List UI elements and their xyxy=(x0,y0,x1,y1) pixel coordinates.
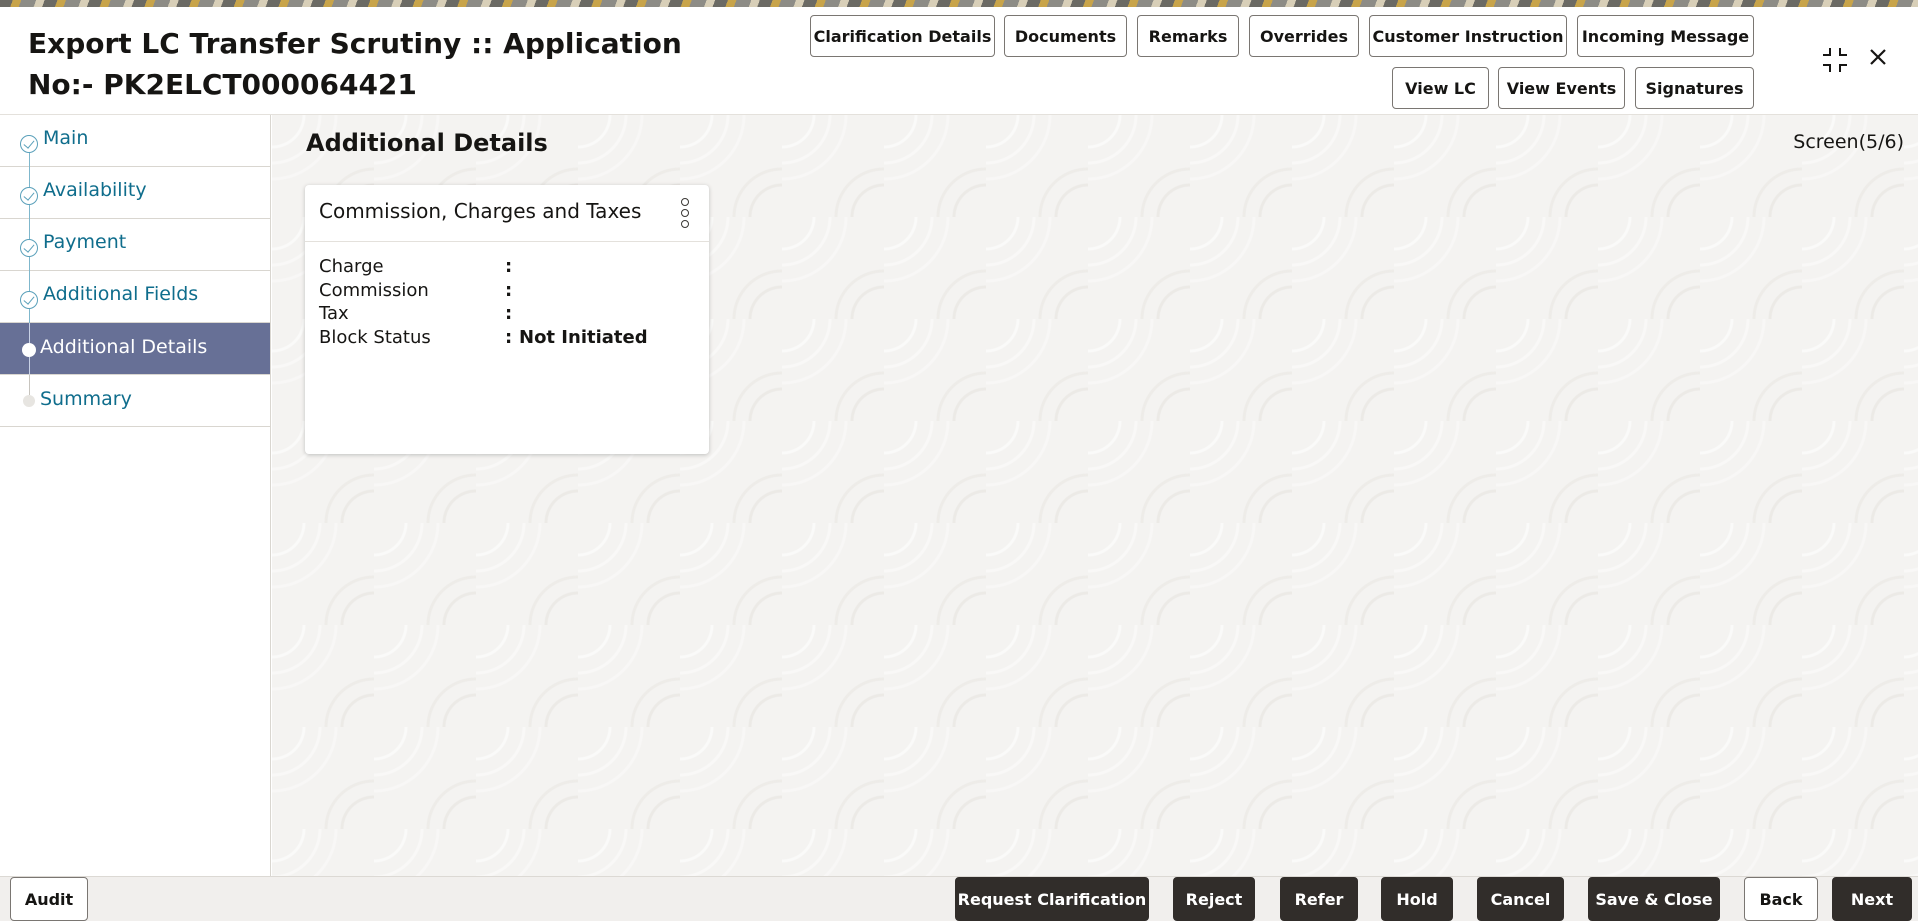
commission-charges-taxes-card: Commission, Charges and Taxes Charge : C… xyxy=(305,185,709,454)
sidebar-item-label: Summary xyxy=(40,388,132,410)
save-and-close-button[interactable]: Save & Close xyxy=(1588,877,1720,921)
tax-separator: : xyxy=(505,303,512,324)
tax-row: Tax : xyxy=(319,303,699,327)
charge-row: Charge : xyxy=(319,256,699,280)
charge-separator: : xyxy=(505,256,512,277)
block-status-row: Block Status : Not Initiated xyxy=(319,327,699,351)
overrides-button[interactable]: Overrides xyxy=(1249,15,1359,57)
block-status-separator: : xyxy=(505,327,512,348)
pending-step-icon xyxy=(23,395,35,407)
tax-label: Tax xyxy=(319,303,349,324)
block-status-value: Not Initiated xyxy=(519,327,648,348)
signatures-button[interactable]: Signatures xyxy=(1635,67,1754,109)
collapse-icon[interactable] xyxy=(1820,45,1850,82)
top-decorative-strip xyxy=(0,0,1918,7)
step-connector xyxy=(29,323,30,343)
cancel-button[interactable]: Cancel xyxy=(1477,877,1564,921)
page-title: Export LC Transfer Scrutiny :: Applicati… xyxy=(28,23,708,105)
next-button[interactable]: Next xyxy=(1832,877,1912,921)
step-connector xyxy=(29,309,30,323)
header: Export LC Transfer Scrutiny :: Applicati… xyxy=(0,7,1918,115)
step-connector xyxy=(29,271,30,291)
close-icon[interactable] xyxy=(1866,45,1890,76)
hold-button[interactable]: Hold xyxy=(1381,877,1453,921)
sidebar-navigation: Main Availability Payment Additional Fie… xyxy=(0,115,271,876)
commission-row: Commission : xyxy=(319,280,699,304)
check-circle-icon xyxy=(20,291,38,309)
sidebar-item-availability[interactable]: Availability xyxy=(0,167,270,219)
sidebar-item-summary[interactable]: Summary xyxy=(0,375,270,427)
view-events-button[interactable]: View Events xyxy=(1498,67,1625,109)
incoming-message-button[interactable]: Incoming Message xyxy=(1577,15,1754,57)
sidebar-item-label: Payment xyxy=(43,231,126,253)
remarks-button[interactable]: Remarks xyxy=(1137,15,1239,57)
current-step-icon xyxy=(22,343,36,357)
sidebar-item-label: Additional Details xyxy=(40,336,207,358)
step-connector xyxy=(29,167,30,187)
card-title: Commission, Charges and Taxes xyxy=(319,199,641,223)
sidebar-item-label: Main xyxy=(43,127,88,149)
sidebar-item-label: Availability xyxy=(43,179,147,201)
charge-label: Charge xyxy=(319,256,384,277)
check-circle-icon xyxy=(20,239,38,257)
block-status-label: Block Status xyxy=(319,327,431,348)
check-circle-icon xyxy=(20,187,38,205)
section-title: Additional Details xyxy=(306,129,548,157)
footer-action-bar: Audit Request Clarification Reject Refer… xyxy=(0,876,1918,921)
audit-button[interactable]: Audit xyxy=(10,877,88,921)
sidebar-item-main[interactable]: Main xyxy=(0,115,270,167)
back-button[interactable]: Back xyxy=(1744,877,1818,921)
more-options-icon[interactable] xyxy=(679,198,691,230)
sidebar-item-label: Additional Fields xyxy=(43,283,198,305)
refer-button[interactable]: Refer xyxy=(1280,877,1358,921)
step-connector xyxy=(29,375,30,395)
reject-button[interactable]: Reject xyxy=(1173,877,1255,921)
clarification-details-button[interactable]: Clarification Details xyxy=(810,15,995,57)
sidebar-item-additional-fields[interactable]: Additional Fields xyxy=(0,271,270,323)
screen-indicator: Screen(5/6) xyxy=(1793,131,1904,153)
sidebar-item-additional-details[interactable]: Additional Details xyxy=(0,323,270,375)
request-clarification-button[interactable]: Request Clarification xyxy=(955,877,1149,921)
commission-separator: : xyxy=(505,280,512,301)
main-content: Additional Details Screen(5/6) Commissio… xyxy=(272,115,1918,876)
view-lc-button[interactable]: View LC xyxy=(1392,67,1489,109)
sidebar-item-payment[interactable]: Payment xyxy=(0,219,270,271)
check-circle-icon xyxy=(20,135,38,153)
documents-button[interactable]: Documents xyxy=(1004,15,1127,57)
step-connector xyxy=(29,219,30,239)
step-connector xyxy=(29,205,30,219)
card-divider xyxy=(305,241,709,242)
customer-instruction-button[interactable]: Customer Instruction xyxy=(1369,15,1567,57)
step-connector xyxy=(29,357,30,375)
commission-label: Commission xyxy=(319,280,429,301)
step-connector xyxy=(29,257,30,271)
